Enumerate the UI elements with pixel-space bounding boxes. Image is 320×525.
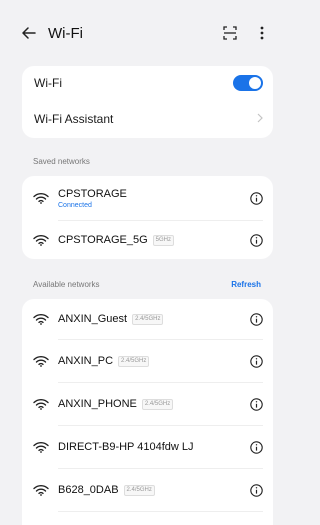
saved-networks-header: Saved networks (0, 150, 283, 172)
network-item[interactable]: ANXIN_PHONE 2.4/5GHz (22, 383, 273, 425)
network-item-cpstorage-5g[interactable]: CPSTORAGE_5G 5GHz (22, 221, 273, 259)
wifi-signal-icon (32, 397, 50, 411)
band-badge: 2.4/5GHz (132, 313, 164, 325)
wifi-assistant-row[interactable]: Wi-Fi Assistant (22, 100, 273, 138)
info-icon[interactable] (249, 354, 263, 368)
wifi-label: Wi-Fi (34, 76, 62, 90)
network-name: ANXIN_Guest (58, 313, 128, 325)
network-item[interactable]: ANXIN_Guest 2.4/5GHz (22, 299, 273, 339)
info-icon[interactable] (249, 312, 263, 326)
wifi-signal-icon (32, 191, 50, 205)
band-badge: 2.4/5GHz (118, 355, 150, 367)
network-name: ANXIN_PHONE (58, 398, 137, 410)
network-name: ANXIN_PC (58, 355, 114, 367)
wifi-toggle-row[interactable]: Wi-Fi (22, 66, 273, 100)
wifi-signal-icon (32, 483, 50, 497)
network-name: CPSTORAGE (58, 187, 127, 200)
scan-icon[interactable] (219, 22, 241, 44)
app-header: Wi-Fi (0, 0, 283, 66)
refresh-button[interactable]: Refresh (231, 280, 261, 289)
page-title: Wi-Fi (48, 24, 83, 42)
info-icon[interactable] (249, 440, 263, 454)
network-item[interactable]: ANXIN_PC 2.4/5GHz (22, 340, 273, 382)
wifi-signal-icon (32, 312, 50, 326)
network-item-cpstorage[interactable]: CPSTORAGE Connected (22, 176, 273, 220)
more-vertical-icon[interactable] (255, 22, 269, 44)
wifi-settings-card: Wi-Fi Wi-Fi Assistant (22, 66, 273, 138)
wifi-toggle[interactable] (233, 75, 263, 91)
divider (58, 511, 263, 512)
network-item[interactable]: B628_0DAB 2.4/5GHz (22, 469, 273, 511)
connection-status: Connected (58, 201, 92, 209)
saved-networks-card: CPSTORAGE Connected CPSTORAGE_5G 5GHz (22, 176, 273, 259)
info-icon[interactable] (249, 483, 263, 497)
available-networks-card: ANXIN_Guest 2.4/5GHz ANXIN_PC 2.4/5GHz A… (22, 299, 273, 525)
band-badge: 5GHz (152, 234, 175, 246)
info-icon[interactable] (249, 397, 263, 411)
chevron-right-icon (257, 112, 263, 126)
wifi-signal-icon (32, 440, 50, 454)
network-name: CPSTORAGE_5G (58, 234, 148, 246)
info-icon[interactable] (249, 191, 263, 205)
network-item[interactable]: DIRECT-B9-HP 4104fdw LJ (22, 426, 273, 468)
wifi-signal-icon (32, 354, 50, 368)
saved-networks-label: Saved networks (33, 156, 90, 166)
available-networks-label: Available networks (33, 279, 100, 289)
wifi-assistant-label: Wi-Fi Assistant (34, 112, 114, 126)
band-badge: 2.4/5GHz (123, 484, 155, 496)
back-arrow-icon[interactable] (18, 22, 40, 44)
wifi-signal-icon (32, 233, 50, 247)
network-name: B628_0DAB (58, 484, 119, 496)
band-badge: 2.4/5GHz (141, 398, 174, 410)
available-networks-header: Available networks Refresh (0, 273, 283, 295)
network-name: DIRECT-B9-HP 4104fdw LJ (58, 441, 194, 453)
info-icon[interactable] (249, 233, 263, 247)
